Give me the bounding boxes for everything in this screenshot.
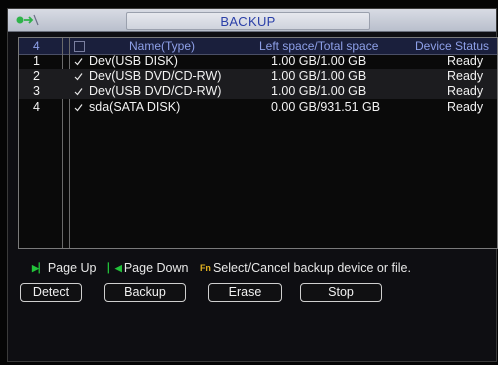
row-space: 1.00 GB/1.00 GB <box>271 54 367 68</box>
header-name: Name(Type) <box>129 39 196 53</box>
row-status: Ready <box>447 69 484 83</box>
header-count: 4 <box>33 39 40 53</box>
title-tab: BACKUP <box>126 12 370 30</box>
row-status: Ready <box>447 84 484 98</box>
page-down-hint[interactable]: ▏◀ Page Down <box>108 261 192 275</box>
row-space: 1.00 GB/1.00 GB <box>271 84 367 98</box>
title-bar: BACKUP <box>8 9 496 32</box>
backup-arrow-icon <box>16 14 39 26</box>
window-title: BACKUP <box>220 14 276 29</box>
page-up-label: Page Up <box>47 261 97 275</box>
erase-button[interactable]: Erase <box>208 283 282 302</box>
row-name: Dev(USB DVD/CD-RW) <box>89 84 222 98</box>
checkmark-icon[interactable] <box>74 103 83 112</box>
checkmark-icon[interactable] <box>74 87 83 96</box>
row-status: Ready <box>447 100 484 114</box>
row-name: Dev(USB DVD/CD-RW) <box>89 69 222 83</box>
row-name: Dev(USB DISK) <box>89 54 178 68</box>
row-index: 4 <box>33 100 40 114</box>
select-all-checkbox[interactable] <box>74 41 85 52</box>
backup-button[interactable]: Backup <box>104 283 186 302</box>
header-space: Left space/Total space <box>259 39 379 53</box>
header-status: Device Status <box>415 39 490 53</box>
page-up-hint[interactable]: ▶▏ Page Up <box>32 261 100 275</box>
row-space: 1.00 GB/1.00 GB <box>271 69 367 83</box>
function-key-icon: Fn <box>199 263 211 273</box>
stop-button[interactable]: Stop <box>300 283 382 302</box>
table-row[interactable]: 2 Dev(USB DVD/CD-RW) 1.00 GB/1.00 GB Rea… <box>19 69 497 84</box>
row-index: 2 <box>33 69 40 83</box>
table-row[interactable]: 1 Dev(USB DISK) 1.00 GB/1.00 GB Ready <box>19 54 497 69</box>
page-up-icon: ▶▏ <box>32 263 46 273</box>
detect-button[interactable]: Detect <box>20 283 82 302</box>
device-table: 4 Name(Type) Left space/Total space Devi… <box>18 37 498 249</box>
row-status: Ready <box>447 54 484 68</box>
row-space: 0.00 GB/931.51 GB <box>271 100 381 114</box>
page-down-icon: ▏◀ <box>107 263 122 273</box>
backup-window: BACKUP 4 Name(Type) Left space/Total spa… <box>7 8 498 362</box>
hint-bar: ▶▏ Page Up ▏◀ Page Down Fn Select/Cancel ba… <box>32 261 419 275</box>
row-index: 1 <box>33 54 40 68</box>
table-header: 4 Name(Type) Left space/Total space Devi… <box>19 38 497 55</box>
table-row[interactable]: 4 sda(SATA DISK) 0.00 GB/931.51 GB Ready <box>19 100 497 115</box>
checkmark-icon[interactable] <box>74 72 83 81</box>
select-hint: Fn Select/Cancel backup device or file. <box>200 261 411 275</box>
row-index: 3 <box>33 84 40 98</box>
table-row[interactable]: 3 Dev(USB DVD/CD-RW) 1.00 GB/1.00 GB Rea… <box>19 84 497 99</box>
dvr-screen: BACKUP 4 Name(Type) Left space/Total spa… <box>0 0 498 365</box>
checkmark-icon[interactable] <box>74 57 83 66</box>
select-hint-label: Select/Cancel backup device or file. <box>212 261 411 275</box>
page-down-label: Page Down <box>123 261 189 275</box>
row-name: sda(SATA DISK) <box>89 100 181 114</box>
